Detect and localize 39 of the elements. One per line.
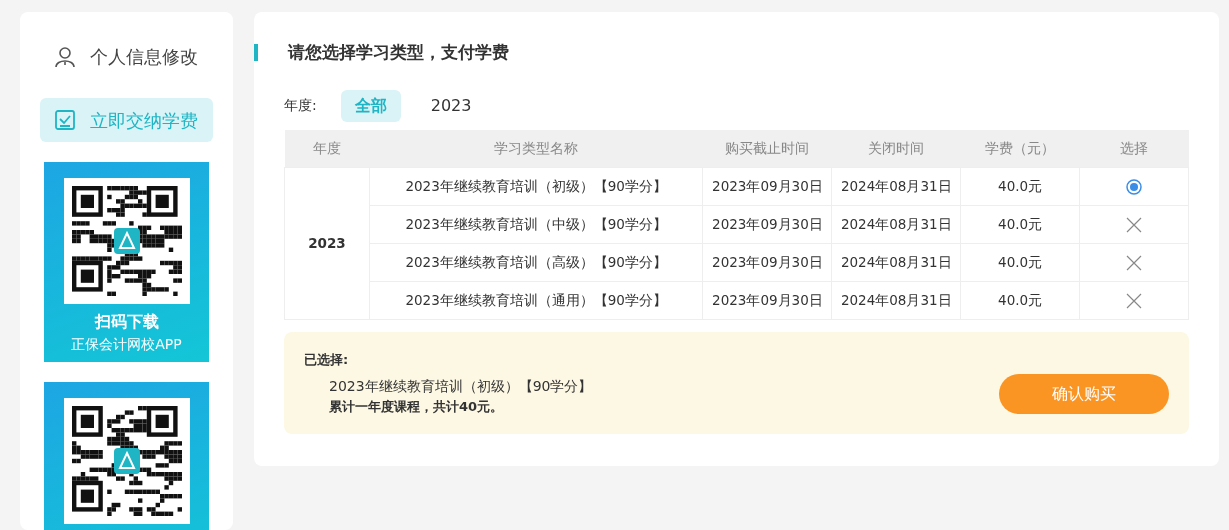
fee-cell: 40.0元 — [960, 243, 1080, 282]
fee-cell: 40.0元 — [960, 205, 1080, 244]
close-date-cell: 2024年08月31日 — [831, 167, 961, 206]
deadline-cell: 2023年09月30日 — [703, 205, 832, 244]
course-name-cell: 2023年继续教育培训（高级）【90学分】 — [369, 243, 703, 282]
filter-label: 年度: — [284, 96, 317, 115]
column-header: 选择 — [1079, 129, 1189, 168]
year-filter-chip[interactable]: 全部 — [340, 89, 401, 122]
confirm-purchase-button[interactable]: 确认购买 — [999, 374, 1169, 414]
column-header: 年度 — [284, 129, 370, 168]
total-text: 累计一年度课程，共计40元。 — [328, 397, 505, 416]
year-filter-chip[interactable]: 2023 — [416, 89, 486, 122]
close-date-cell: 2024年08月31日 — [831, 281, 961, 320]
course-name-cell: 2023年继续教育培训（初级）【90学分】 — [369, 167, 703, 206]
title-accent-bar — [254, 44, 258, 62]
radio-button[interactable] — [1126, 179, 1143, 196]
column-header: 关闭时间 — [831, 129, 961, 168]
column-header: 购买截止时间 — [703, 129, 832, 168]
selected-course: 2023年继续教育培训（初级）【90学分】 — [328, 376, 593, 396]
year-cell: 2023 — [284, 167, 370, 320]
selected-label: 已选择: — [304, 351, 350, 369]
column-header: 学习类型名称 — [369, 129, 703, 168]
sidebar-item[interactable]: 个人信息修改 — [40, 34, 213, 78]
deadline-cell: 2023年09月30日 — [703, 167, 832, 206]
column-header: 学费（元） — [960, 129, 1080, 168]
deadline-cell: 2023年09月30日 — [703, 281, 832, 320]
fee-cell: 40.0元 — [960, 281, 1080, 320]
fee-cell: 40.0元 — [960, 167, 1080, 206]
close-date-cell: 2024年08月31日 — [831, 243, 961, 282]
deadline-cell: 2023年09月30日 — [703, 243, 832, 282]
course-name-cell: 2023年继续教育培训（中级）【90学分】 — [369, 205, 703, 244]
banner-heading: 扫码下载 — [94, 314, 159, 330]
course-name-cell: 2023年继续教育培训（通用）【90学分】 — [369, 281, 703, 320]
banner-caption: 正保会计网校APP — [71, 335, 182, 354]
person-icon — [54, 44, 76, 68]
close-date-cell: 2024年08月31日 — [831, 205, 961, 244]
checkbox-icon — [54, 109, 76, 131]
section-title: 请您选择学习类型，支付学费 — [288, 41, 509, 64]
sidebar-item[interactable]: 立即交纳学费 — [40, 98, 213, 142]
